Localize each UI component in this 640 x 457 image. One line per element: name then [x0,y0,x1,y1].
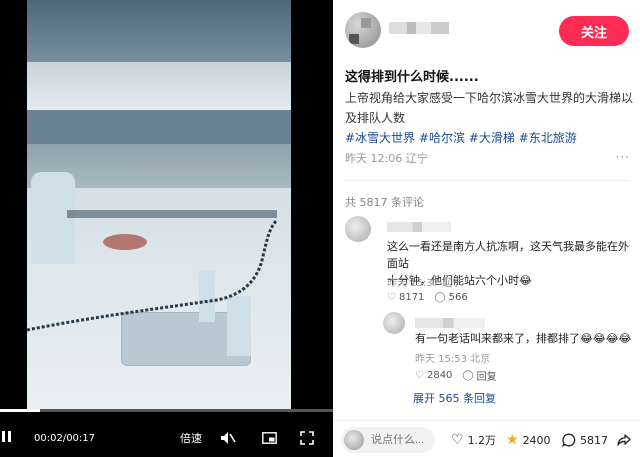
comment-bubble-icon [562,433,576,447]
post-title: 这得排到什么时候...... [345,70,479,85]
post-timestamp-location: 昨天 12:06 辽宁 [345,152,428,165]
reply-timestamp-location: 昨天 15:53 北京 [415,354,491,365]
fullscreen-button[interactable] [300,424,314,452]
replier-avatar[interactable] [383,312,405,334]
reply-like-button[interactable]: ♡ 2840 [415,370,452,381]
volume-muted-icon [221,432,236,444]
expand-replies-link[interactable]: 展开 565 条回复 [413,390,496,406]
heart-outline-icon: ♡ [387,292,396,303]
comment-bubble-icon: ◯ [462,370,474,381]
hashtag-link[interactable]: #冰雪大世界 [345,131,415,145]
post-body-text: 上帝视角给大家感受一下哈尔滨冰雪大世界的大滑梯以及排队人数 [345,91,634,125]
hashtag-link[interactable]: #哈尔滨 [419,131,465,145]
author-row: 关注 [345,10,635,52]
hashtag-link[interactable]: #东北旅游 [519,131,577,145]
star-icon: ★ [506,432,519,448]
reply-actions: ♡ 2840 ◯ 回复 [415,368,497,383]
comment-button[interactable]: 5817 [562,429,608,451]
video-progress-bar[interactable] [0,409,333,412]
heart-outline-icon: ♡ [451,432,464,448]
picture-in-picture-icon [262,432,277,444]
pause-button[interactable] [2,424,16,452]
video-time-display: 00:02/00:17 [34,432,96,444]
playback-speed-button[interactable]: 倍速 [180,424,202,452]
reply-like-count: 2840 [426,370,453,381]
post-scroll-area[interactable]: 关注 这得排到什么时候...... 上帝视角给大家感受一下哈尔滨冰雪大世界的大滑… [333,0,640,420]
like-count: 1.2万 [467,434,497,447]
video-controls: 00:02/00:17 倍速 [0,424,333,452]
volume-button[interactable] [220,424,236,452]
reply-text: 有一句老话叫来都来了，排都排了😂😂😂😂 [415,332,632,345]
like-button[interactable]: ♡ 1.2万 [451,429,496,451]
comment-timestamp-location: 昨天 15:37 辽宁 [387,278,463,289]
reply-item: 有一句老话叫来都来了，排都排了😂😂😂😂 昨天 15:53 北京 ♡ 2840 ◯… [383,310,638,386]
video-frame-ice-world-aerial[interactable] [27,0,291,412]
comment-reply-count: 566 [448,292,468,303]
video-player[interactable]: 00:02/00:17 倍速 [0,0,333,457]
comment-bubble-icon: ◯ [434,292,446,303]
commenter-avatar[interactable] [345,216,371,242]
video-progress-fill [0,409,40,412]
follow-button[interactable]: 关注 [559,16,629,46]
reply-reply-label: 回复 [476,372,497,383]
comment-count-stat: 5817 [580,433,608,447]
comment-like-count: 8171 [398,292,425,303]
reply-reply-button[interactable]: ◯ 回复 [462,368,496,383]
comment-like-button[interactable]: ♡ 8171 [387,292,424,303]
video-scene-queue-line [27,210,279,332]
more-options-icon[interactable]: ··· [616,150,630,164]
picture-in-picture-button[interactable] [262,424,277,452]
comment-actions: ♡ 8171 ◯ 566 [387,292,468,303]
favorite-button[interactable]: ★ 2400 [506,429,551,451]
author-name-blurred[interactable] [389,22,449,34]
comment-count: 共 5817 条评论 [345,196,424,209]
comment-reply-button[interactable]: ◯ 566 [434,292,467,303]
favorite-count: 2400 [522,433,551,447]
share-button[interactable] [617,429,631,451]
hashtag-link[interactable]: #大滑梯 [469,131,515,145]
share-arrow-icon [617,434,631,446]
replier-name-blurred[interactable] [415,318,485,328]
heart-outline-icon: ♡ [415,370,424,381]
divider [345,180,628,181]
post-body: 上帝视角给大家感受一下哈尔滨冰雪大世界的大滑梯以及排队人数 #冰雪大世界 #哈尔… [345,88,637,148]
pause-icon [2,431,14,445]
author-avatar[interactable] [345,12,381,48]
input-avatar [344,430,364,450]
fullscreen-icon [300,431,314,445]
post-detail-panel: 关注 这得排到什么时候...... 上帝视角给大家感受一下哈尔滨冰雪大世界的大滑… [333,0,640,457]
comment-item: 这么一看还是南方人抗冻啊，这天气我最多能在外面站 十分钟，他们能站六个小时😂 昨… [345,214,635,314]
commenter-name-blurred[interactable] [387,222,451,232]
bottom-action-bar: ♡ 1.2万 ★ 2400 5817 [333,420,640,457]
comment-text-line: 这么一看还是南方人抗冻啊，这天气我最多能在外面站 [387,240,629,270]
